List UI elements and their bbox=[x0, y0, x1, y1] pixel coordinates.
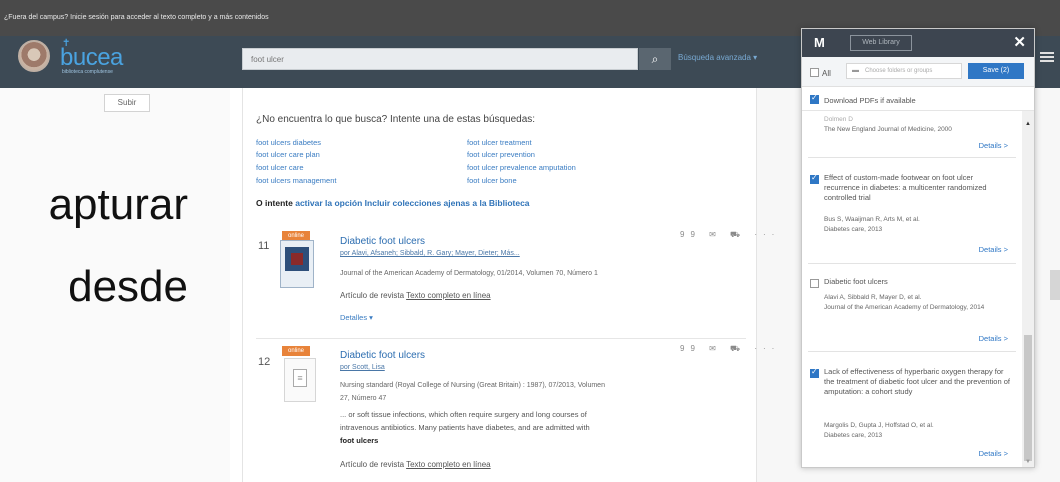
importer-panel: M Web Library ✕ All ▬ Choose folders or … bbox=[801, 28, 1035, 468]
result-type-label: Artículo de revista bbox=[340, 291, 405, 300]
search-input[interactable]: foot ulcer bbox=[242, 48, 638, 70]
logo-subtitle: biblioteca complutense bbox=[62, 69, 113, 75]
fulltext-link[interactable]: Texto completo en línea bbox=[406, 291, 491, 300]
result-separator bbox=[256, 338, 746, 339]
edge-scroll-handle bbox=[1050, 270, 1060, 300]
web-library-button[interactable]: Web Library bbox=[850, 35, 912, 51]
include-collections-line: O intente activar la opción Incluir cole… bbox=[256, 198, 530, 208]
result-title-link[interactable]: Diabetic foot ulcers bbox=[340, 350, 425, 361]
item-journal: Diabetes care, 2013 bbox=[824, 226, 883, 233]
details-toggle[interactable]: Detalles ▾ bbox=[340, 313, 373, 322]
select-all-checkbox[interactable] bbox=[810, 68, 819, 77]
result-number: 12 bbox=[258, 356, 271, 368]
suggestion-link[interactable]: foot ulcer care bbox=[256, 163, 304, 172]
item-journal: The New England Journal of Medicine, 200… bbox=[824, 126, 952, 133]
panel-scrollbar-thumb[interactable] bbox=[1024, 335, 1032, 461]
result-title-link[interactable]: Diabetic foot ulcers bbox=[340, 236, 425, 247]
logo-text: bucea bbox=[60, 44, 123, 71]
item-checkbox[interactable] bbox=[810, 173, 819, 184]
save-button[interactable]: Save (2) bbox=[968, 63, 1024, 79]
download-pdfs-label: Download PDFs if available bbox=[824, 96, 916, 105]
result-number: 11 bbox=[258, 240, 270, 252]
item-authors: Margolis D, Gupta J, Hoffstad O, et al. bbox=[824, 422, 934, 429]
item-details-link[interactable]: Details > bbox=[979, 449, 1008, 458]
scroll-up-icon[interactable]: ▲ bbox=[1025, 121, 1031, 127]
result-source: Journal of the American Academy of Derma… bbox=[340, 270, 598, 277]
close-icon[interactable]: ✕ bbox=[1013, 33, 1026, 51]
item-details-link[interactable]: Details > bbox=[979, 245, 1008, 254]
download-pdfs-checkbox[interactable] bbox=[810, 93, 819, 104]
result-authors[interactable]: por Alavi, Afsaneh; Sibbald, R. Gary; Ma… bbox=[340, 250, 520, 257]
item-journal: Diabetes care, 2013 bbox=[824, 432, 883, 439]
result-type-label: Artículo de revista bbox=[340, 460, 405, 469]
panel-header: M Web Library ✕ bbox=[802, 29, 1034, 57]
search-button[interactable]: ⌕ bbox=[639, 48, 671, 70]
include-collections-prefix: O intente bbox=[256, 198, 293, 208]
item-details-link[interactable]: Details > bbox=[979, 141, 1008, 150]
bucea-logo[interactable]: ✝ bucea biblioteca complutense bbox=[58, 38, 138, 78]
result-snippet: intravenous antibiotics. Many patients h… bbox=[340, 423, 590, 432]
suggestion-link[interactable]: foot ulcers diabetes bbox=[256, 138, 321, 147]
result-cover-placeholder[interactable]: ≡ bbox=[284, 358, 316, 402]
item-authors: Bus S, Waaijman R, Arts M, et al. bbox=[824, 216, 920, 223]
suggestions-title: ¿No encuentra lo que busca? Intente una … bbox=[256, 114, 536, 125]
result-authors[interactable]: por Scott, Lisa bbox=[340, 364, 385, 371]
scroll-down-icon[interactable]: ▼ bbox=[1025, 459, 1031, 465]
item-authors: Dolmen D bbox=[824, 116, 853, 123]
search-icon: ⌕ bbox=[651, 52, 659, 66]
result-cover-thumbnail[interactable] bbox=[280, 240, 314, 288]
item-journal: Journal of the American Academy of Derma… bbox=[824, 304, 985, 311]
result-source: Nursing standard (Royal College of Nursi… bbox=[340, 382, 605, 389]
suggestion-link[interactable]: foot ulcer prevalence amputation bbox=[467, 163, 576, 172]
advanced-search-link[interactable]: Búsqueda avanzada ▾ bbox=[678, 53, 757, 62]
item-title: Lack of effectiveness of hyperbaric oxyg… bbox=[824, 367, 1010, 396]
suggestion-link[interactable]: foot ulcer treatment bbox=[467, 138, 532, 147]
item-separator bbox=[808, 351, 1016, 352]
online-badge: online bbox=[282, 346, 310, 356]
item-checkbox[interactable] bbox=[810, 367, 819, 378]
item-separator bbox=[808, 263, 1016, 264]
hamburger-menu-icon[interactable] bbox=[1040, 52, 1054, 62]
download-pdfs-row: Download PDFs if available bbox=[802, 87, 1034, 111]
result-actions-icons[interactable]: 99 ✉ ⛟ ··· bbox=[680, 230, 780, 240]
result-snippet-highlight: foot ulcers bbox=[340, 436, 379, 445]
item-checkbox[interactable] bbox=[810, 279, 819, 288]
result-snippet: ... or soft tissue infections, which oft… bbox=[340, 410, 587, 419]
fulltext-link[interactable]: Texto completo en línea bbox=[406, 460, 491, 469]
scroll-top-button[interactable]: Subir bbox=[104, 94, 150, 112]
result-actions-icons[interactable]: 99 ✉ ⛟ ··· bbox=[680, 344, 780, 354]
item-title: Effect of custom-made footwear on foot u… bbox=[824, 173, 987, 202]
item-title: Diabetic foot ulcers bbox=[824, 277, 888, 286]
result-type: Artículo de revista Texto completo en lí… bbox=[340, 460, 491, 469]
folder-icon: ▬ bbox=[852, 67, 859, 74]
item-authors: Alavi A, Sibbald R, Mayer D, et al. bbox=[824, 294, 922, 301]
result-source: 27, Número 47 bbox=[340, 395, 387, 402]
suggestion-link[interactable]: foot ulcer prevention bbox=[467, 150, 535, 159]
suggestion-link[interactable]: foot ulcer care plan bbox=[256, 150, 320, 159]
folder-placeholder: Choose folders or groups bbox=[865, 68, 933, 74]
overlay-text-line2: desde bbox=[68, 262, 188, 311]
suggestion-link[interactable]: foot ulcer bone bbox=[467, 176, 517, 185]
university-seal-logo bbox=[18, 40, 50, 72]
item-details-link[interactable]: Details > bbox=[979, 334, 1008, 343]
document-icon: ≡ bbox=[293, 369, 307, 387]
item-separator bbox=[808, 157, 1016, 158]
result-type: Artículo de revista Texto completo en lí… bbox=[340, 291, 491, 300]
campus-login-message[interactable]: ¿Fuera del campus? Inicie sesión para ac… bbox=[4, 14, 269, 21]
overlay-text-line1: apturar bbox=[48, 180, 188, 229]
suggestion-link[interactable]: foot ulcers management bbox=[256, 176, 336, 185]
folder-select-input[interactable]: ▬ Choose folders or groups bbox=[846, 63, 962, 79]
panel-toolbar: All ▬ Choose folders or groups Save (2) bbox=[802, 57, 1034, 87]
mendeley-logo-icon: M bbox=[814, 35, 825, 50]
select-all-label: All bbox=[822, 69, 831, 78]
include-collections-link[interactable]: activar la opción Incluir colecciones aj… bbox=[295, 198, 529, 208]
